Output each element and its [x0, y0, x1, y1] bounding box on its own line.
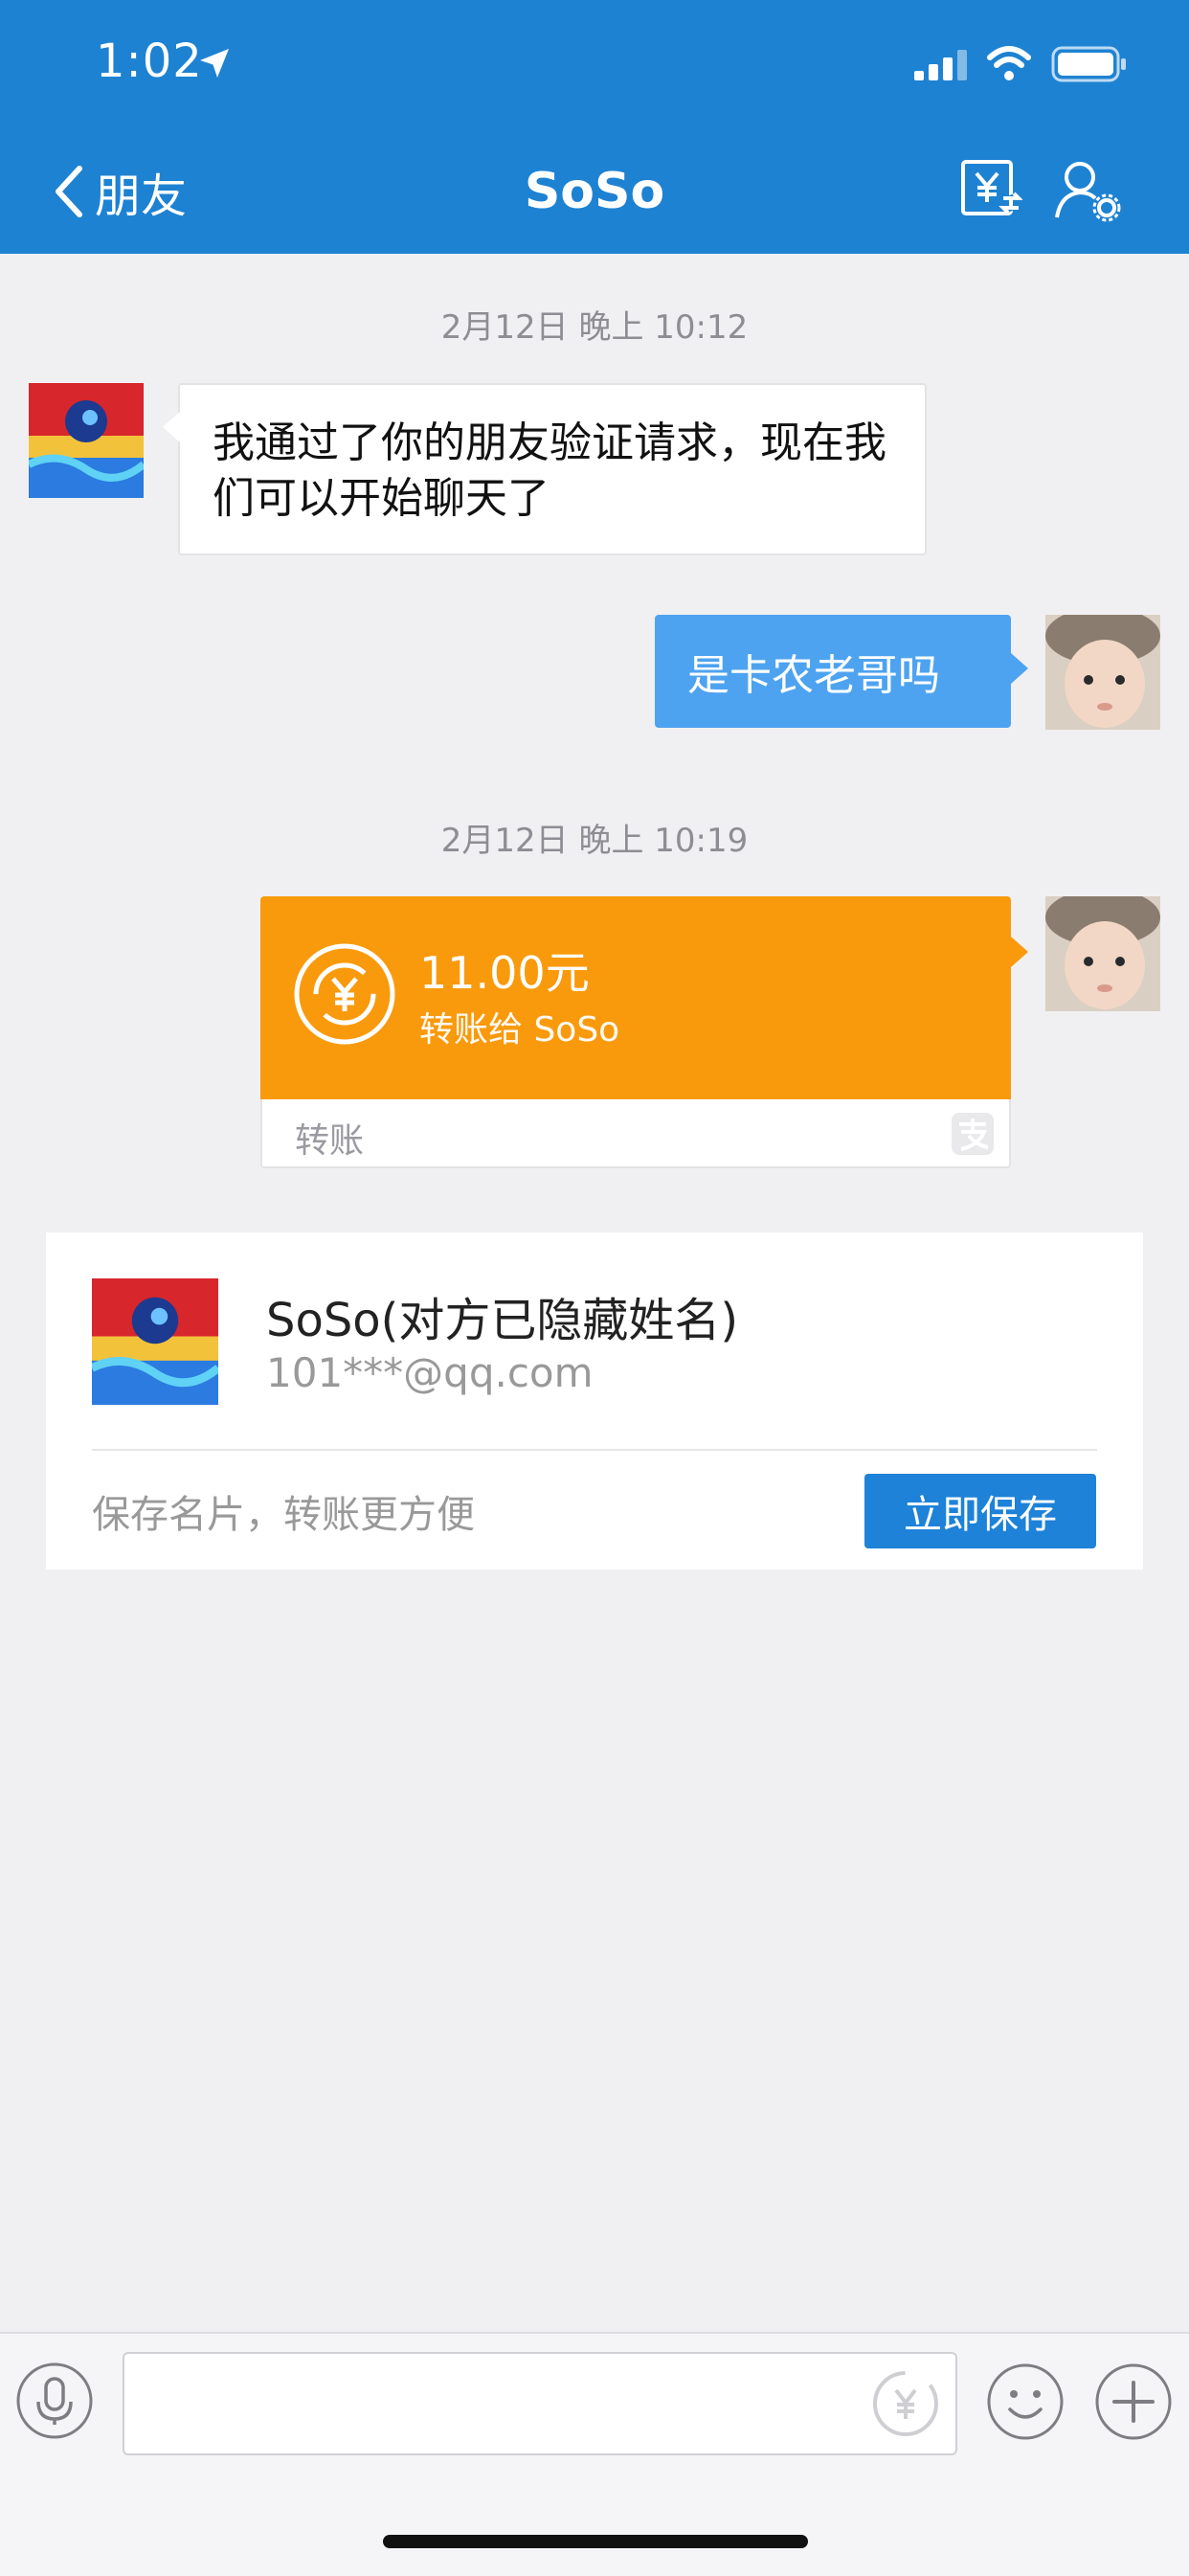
back-button[interactable]: 朋友	[53, 158, 187, 225]
transfer-card-header: 11.00元 转账给 SoSo	[260, 896, 1028, 1099]
my-avatar[interactable]	[1045, 615, 1160, 730]
contact-email: 101***@qq.com	[266, 1349, 594, 1396]
chevron-left-icon	[56, 166, 82, 217]
plus-icon[interactable]	[1093, 2361, 1174, 2442]
received-message-text: 我通过了你的朋友验证请求，现在我们可以开始聊天了	[213, 418, 886, 523]
alipay-icon	[952, 1113, 994, 1155]
message-timestamp: 2月12日 晚上 10:19	[440, 822, 749, 860]
yuan-transfer-icon[interactable]	[869, 2367, 942, 2440]
contact-name: SoSo(对方已隐藏姓名)	[266, 1294, 739, 1347]
transfer-recipient: 转账给 SoSo	[419, 1010, 620, 1050]
transfer-label: 转账	[295, 1121, 365, 1161]
contact-save-card: SoSo(对方已隐藏姓名) 101***@qq.com 保存名片，转账更方便 立…	[46, 1232, 1143, 1570]
save-hint-text: 保存名片，转账更方便	[92, 1493, 475, 1537]
microphone-icon[interactable]	[15, 2361, 94, 2440]
sent-message-bubble[interactable]: 是卡农老哥吗	[655, 615, 1028, 728]
transfer-message-card[interactable]: 11.00元 转账给 SoSo 转账	[260, 896, 1028, 1168]
home-indicator	[383, 2535, 808, 2548]
divider	[92, 1449, 1097, 1451]
transfer-card-footer: 转账	[260, 1099, 1011, 1168]
location-arrow-icon	[200, 49, 229, 78]
contact-card-avatar	[92, 1278, 218, 1405]
back-label: 朋友	[95, 169, 188, 223]
my-avatar[interactable]	[1045, 896, 1160, 1011]
smiley-icon[interactable]	[985, 2361, 1066, 2442]
sent-message-text: 是卡农老哥吗	[687, 651, 940, 700]
wifi-icon	[987, 46, 1031, 80]
status-time: 1:02	[96, 34, 203, 88]
yuan-circle-icon	[294, 943, 395, 1045]
contact-avatar[interactable]	[29, 383, 144, 498]
yuan-transfer-icon[interactable]	[959, 158, 1022, 221]
received-message-bubble[interactable]: 我通过了你的朋友验证请求，现在我们可以开始聊天了	[163, 383, 927, 555]
cellular-signal-icon	[914, 50, 967, 80]
transfer-amount: 11.00元	[419, 947, 590, 999]
battery-icon	[1051, 46, 1126, 82]
save-contact-button[interactable]: 立即保存	[864, 1474, 1096, 1548]
user-settings-icon[interactable]	[1053, 158, 1125, 223]
message-input[interactable]	[123, 2352, 957, 2455]
message-timestamp: 2月12日 晚上 10:12	[440, 308, 749, 347]
